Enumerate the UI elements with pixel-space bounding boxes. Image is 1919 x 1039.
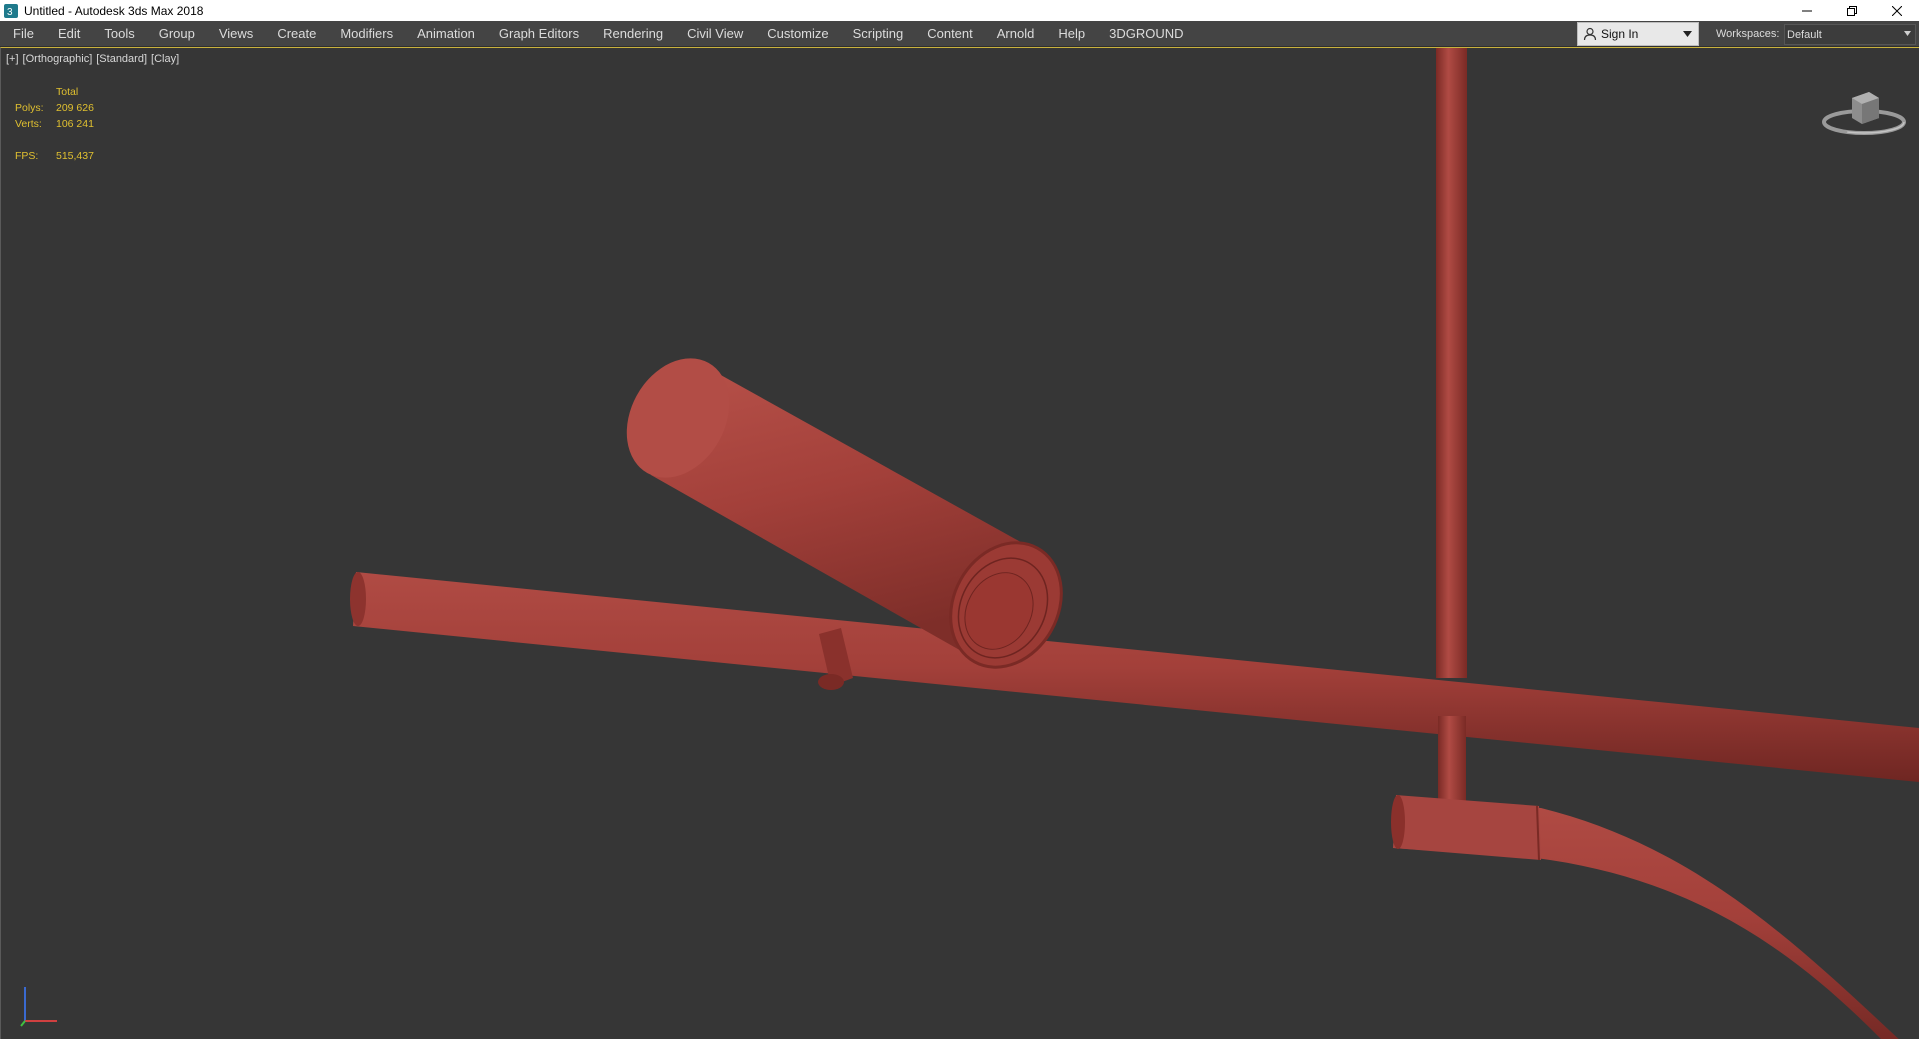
menu-rendering[interactable]: Rendering [590,21,674,46]
close-button[interactable] [1874,0,1919,21]
menu-customize[interactable]: Customize [754,21,839,46]
stats-verts-row: Verts: 106 241 [15,116,94,132]
viewport-point-of-view-menu[interactable]: [Orthographic] [23,53,93,65]
polys-label: Polys: [15,102,44,114]
menu-scripting[interactable]: Scripting [840,21,915,46]
menu-tools[interactable]: Tools [91,21,145,46]
vertical-rod[interactable] [1436,48,1467,678]
curved-arm[interactable] [1391,795,1919,1039]
verts-label: Verts: [15,118,42,130]
menu-3dground[interactable]: 3DGROUND [1096,21,1194,46]
menu-content[interactable]: Content [914,21,984,46]
menu-group[interactable]: Group [146,21,206,46]
minimize-icon [1801,10,1812,11]
menu-views[interactable]: Views [206,21,264,46]
menu-civil-view[interactable]: Civil View [674,21,754,46]
stats-header: Total [56,86,79,98]
stats-header-row: Total [15,84,94,100]
viewport-shading-quality-menu[interactable]: [Standard] [96,53,147,65]
close-icon [1891,5,1902,16]
menu-graph-editors[interactable]: Graph Editors [486,21,590,46]
menu-modifiers[interactable]: Modifiers [327,21,404,46]
user-icon [1583,27,1597,41]
workspace-value: Default [1787,28,1822,41]
workspace-dropdown[interactable]: Default [1784,24,1916,45]
perspective-viewport[interactable]: [+] [Orthographic] [Standard] [Clay] Tot… [0,47,1919,1039]
viewport-label-menu: [+] [Orthographic] [Standard] [Clay] [6,53,179,65]
pole-connector[interactable] [1438,716,1466,806]
stats-fps-row: FPS: 515,437 [15,148,94,164]
sign-in-button[interactable]: Sign In [1577,22,1699,46]
viewport-general-menu[interactable]: [+] [6,53,19,65]
scene-render[interactable] [1,48,1919,1039]
viewport-shading-menu[interactable]: [Clay] [151,53,179,65]
menu-create[interactable]: Create [264,21,327,46]
viewcube-icon[interactable] [1819,80,1909,140]
sign-in-label: Sign In [1601,27,1639,41]
restore-icon [1846,5,1857,16]
viewport-statistics: Total Polys: 209 626 Verts: 106 241 FPS:… [15,84,94,164]
3ds-max-app-icon[interactable]: 3 [4,3,18,18]
verts-value: 106 241 [56,118,94,130]
menu-edit[interactable]: Edit [45,21,91,46]
svg-text:3: 3 [7,7,13,18]
workspaces-label: Workspaces: [1716,28,1780,40]
horizontal-bar[interactable] [350,572,1919,782]
window-title: Untitled - Autodesk 3ds Max 2018 [24,3,204,18]
menu-animation[interactable]: Animation [404,21,486,46]
title-bar: 3 Untitled - Autodesk 3ds Max 2018 [0,0,1919,21]
chevron-down-icon[interactable] [1683,31,1692,37]
polys-value: 209 626 [56,102,94,114]
minimize-button[interactable] [1784,0,1829,21]
restore-button[interactable] [1829,0,1874,21]
fps-label: FPS: [15,150,39,162]
stats-polys-row: Polys: 209 626 [15,100,94,116]
fps-value: 515,437 [56,150,94,162]
menu-arnold[interactable]: Arnold [984,21,1046,46]
axis-tripod-icon [20,987,57,1027]
window-controls [1784,0,1919,21]
menu-file[interactable]: File [0,21,45,46]
menu-help[interactable]: Help [1045,21,1096,46]
chevron-down-icon [1904,31,1911,36]
